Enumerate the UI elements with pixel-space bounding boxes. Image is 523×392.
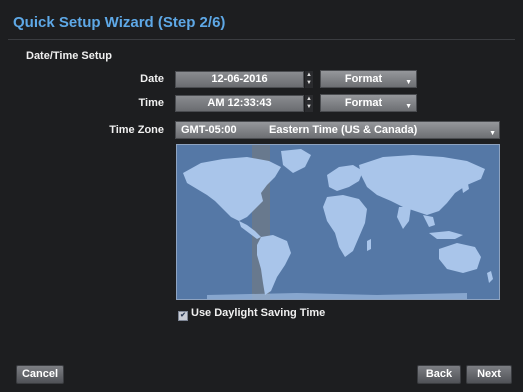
time-label: Time: [138, 97, 164, 109]
timezone-name: Eastern Time (US & Canada): [269, 124, 418, 136]
date-field[interactable]: 12-06-2016: [175, 71, 304, 88]
timezone-dropdown[interactable]: GMT-05:00 Eastern Time (US & Canada) ▼: [175, 121, 500, 139]
spin-up-icon[interactable]: ▲: [305, 95, 313, 103]
spin-up-icon[interactable]: ▲: [305, 71, 313, 79]
date-label: Date: [140, 73, 164, 85]
world-map-graphic: [177, 145, 499, 299]
wizard-title: Quick Setup Wizard (Step 2/6): [13, 14, 226, 31]
checkmark-icon[interactable]: ✔: [178, 311, 188, 321]
chevron-down-icon: ▼: [489, 130, 496, 137]
chevron-down-icon: ▼: [405, 79, 412, 86]
time-format-label: Format: [344, 97, 383, 109]
date-format-dropdown[interactable]: Format ▼: [320, 70, 417, 88]
spin-down-icon[interactable]: ▼: [305, 103, 313, 111]
time-spinner[interactable]: ▲ ▼: [305, 95, 313, 112]
timezone-label: Time Zone: [109, 124, 164, 136]
title-divider: [8, 39, 515, 40]
dst-label: Use Daylight Saving Time: [191, 307, 326, 319]
spin-down-icon[interactable]: ▼: [305, 79, 313, 87]
section-title: Date/Time Setup: [26, 50, 112, 62]
time-format-dropdown[interactable]: Format ▼: [320, 94, 417, 112]
time-field[interactable]: AM 12:33:43: [175, 95, 304, 112]
dst-checkbox[interactable]: ✔ Use Daylight Saving Time: [178, 307, 325, 321]
next-button[interactable]: Next: [466, 365, 512, 384]
cancel-button[interactable]: Cancel: [16, 365, 64, 384]
chevron-down-icon: ▼: [405, 103, 412, 110]
world-map[interactable]: [176, 144, 500, 300]
date-spinner[interactable]: ▲ ▼: [305, 71, 313, 88]
date-format-label: Format: [344, 73, 383, 85]
back-button[interactable]: Back: [417, 365, 461, 384]
timezone-offset: GMT-05:00: [181, 124, 237, 136]
